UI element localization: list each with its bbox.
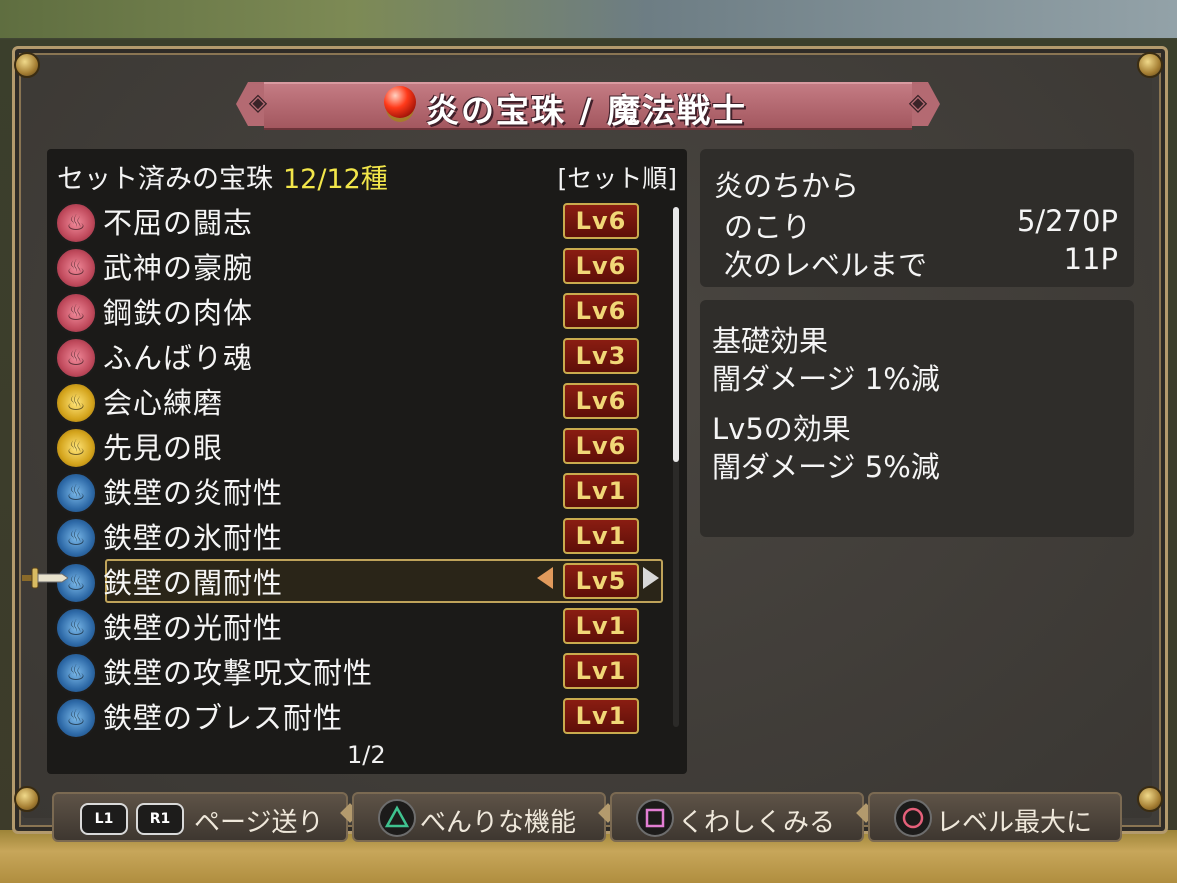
- banner-ornament-left-icon: ◈: [248, 88, 268, 116]
- orb-name: 鉄壁のブレス耐性: [103, 701, 344, 735]
- orb-list-panel: セット済みの宝珠 12/12種 [セット順] ♨ 不屈の闘志 Lv6 ♨ 武神の豪腕 Lv6…: [47, 149, 687, 774]
- max-level-button[interactable]: レベル最大に: [868, 792, 1122, 842]
- list-item[interactable]: ♨ ふんばり魂 Lv3: [47, 334, 667, 379]
- blue-orb-icon: ♨: [55, 607, 97, 649]
- list-item[interactable]: ♨ 鉄壁の光耐性 Lv1: [47, 604, 667, 649]
- blue-orb-icon: ♨: [55, 517, 97, 559]
- orb-name: 鉄壁の炎耐性: [103, 476, 284, 510]
- list-item[interactable]: ♨ 不屈の闘志 Lv6: [47, 199, 667, 244]
- level-badge: Lv1: [563, 473, 639, 509]
- red-orb-icon: ♨: [55, 292, 97, 334]
- list-item[interactable]: ♨ 鋼鉄の肉体 Lv6: [47, 289, 667, 334]
- page-turn-label: ページ送り: [194, 808, 324, 838]
- effects-panel: 基礎効果 闇ダメージ 1%減 Lv5の効果 闇ダメージ 5%減: [700, 300, 1134, 537]
- list-header: セット済みの宝珠 12/12種: [57, 157, 388, 196]
- rivet-bottom-left-icon: [14, 786, 40, 812]
- level-increase-arrow-icon[interactable]: [643, 567, 659, 589]
- blue-orb-icon: ♨: [55, 652, 97, 694]
- level-badge: Lv1: [563, 653, 639, 689]
- level-badge: Lv6: [563, 383, 639, 419]
- orb-name: 武神の豪腕: [103, 251, 254, 285]
- blue-orb-icon: ♨: [55, 697, 97, 739]
- yellow-orb-icon: ♨: [55, 382, 97, 424]
- list-header-count: 12/12種: [283, 164, 388, 195]
- level-badge: Lv6: [563, 293, 639, 329]
- level-badge: Lv1: [563, 608, 639, 644]
- level-badge: Lv6: [563, 428, 639, 464]
- base-effect-text: 闇ダメージ 1%減: [712, 362, 940, 396]
- level-decrease-arrow-icon[interactable]: [537, 567, 553, 589]
- orb-name: 鉄壁の闇耐性: [103, 566, 284, 600]
- power-panel: 炎のちから のこり 5/270P 次のレベルまで 11P: [700, 149, 1134, 287]
- r1-button-icon: R1: [136, 803, 184, 835]
- power-title: 炎のちから: [714, 169, 860, 203]
- orb-name: 鉄壁の氷耐性: [103, 521, 284, 555]
- orb-name: 鉄壁の光耐性: [103, 611, 284, 645]
- rivet-top-right-icon: [1137, 52, 1163, 78]
- red-orb-icon: [384, 86, 416, 118]
- banner-ornament-right-icon: ◈: [908, 88, 928, 116]
- list-item[interactable]: ♨ 鉄壁の攻撃呪文耐性 Lv1: [47, 649, 667, 694]
- rivet-top-left-icon: [14, 52, 40, 78]
- orb-name: 先見の眼: [103, 431, 224, 465]
- list-item[interactable]: ♨ 鉄壁の炎耐性 Lv1: [47, 469, 667, 514]
- l1-button-icon: L1: [80, 803, 128, 835]
- list-item[interactable]: ♨ 武神の豪腕 Lv6: [47, 244, 667, 289]
- orb-name: 鉄壁の攻撃呪文耐性: [103, 656, 374, 690]
- circle-button-icon: [894, 799, 932, 837]
- list-item[interactable]: ♨ 会心練磨 Lv6: [47, 379, 667, 424]
- title-banner: ◈ ◈ 炎の宝珠 / 魔法戦士: [236, 80, 940, 130]
- square-button-icon: [636, 799, 674, 837]
- list-header-label: セット済みの宝珠: [57, 164, 273, 195]
- orb-name: 会心練磨: [103, 386, 224, 420]
- level-effect-title: Lv5の効果: [712, 412, 851, 446]
- red-orb-icon: ♨: [55, 337, 97, 379]
- list-item[interactable]: ♨ 鉄壁の闇耐性 Lv5: [47, 559, 667, 604]
- red-orb-icon: ♨: [55, 202, 97, 244]
- background-sky: [0, 0, 1177, 38]
- list-item[interactable]: ♨ 先見の眼 Lv6: [47, 424, 667, 469]
- level-badge: Lv6: [563, 248, 639, 284]
- page-title: 炎の宝珠 / 魔法戦士: [426, 91, 748, 130]
- button-bar: L1 R1 ページ送り べんりな機能 くわしくみる レベル最大に: [52, 792, 1122, 842]
- next-level-label: 次のレベルまで: [724, 248, 928, 282]
- list-item[interactable]: ♨ 鉄壁のブレス耐性 Lv1: [47, 694, 667, 739]
- useful-functions-label: べんりな機能: [420, 808, 577, 838]
- details-label: くわしくみる: [678, 808, 836, 838]
- sword-cursor-icon: [22, 567, 68, 589]
- details-button[interactable]: くわしくみる: [610, 792, 864, 842]
- level-badge: Lv5: [563, 563, 639, 599]
- yellow-orb-icon: ♨: [55, 427, 97, 469]
- level-badge: Lv1: [563, 698, 639, 734]
- useful-functions-button[interactable]: べんりな機能: [352, 792, 606, 842]
- remaining-label: のこり: [724, 210, 812, 244]
- level-badge: Lv3: [563, 338, 639, 374]
- page-indicator: 1/2: [347, 741, 386, 769]
- next-level-value: 11P: [1063, 242, 1118, 276]
- max-level-label: レベル最大に: [936, 808, 1093, 838]
- sort-order-label[interactable]: [セット順]: [557, 159, 677, 195]
- orb-name: 不屈の闘志: [103, 206, 254, 240]
- orb-name: ふんばり魂: [103, 341, 254, 375]
- level-badge: Lv6: [563, 203, 639, 239]
- scrollbar-thumb[interactable]: [673, 207, 679, 462]
- blue-orb-icon: ♨: [55, 472, 97, 514]
- rivet-bottom-right-icon: [1137, 786, 1163, 812]
- triangle-button-icon: [378, 799, 416, 837]
- remaining-value: 5/270P: [1016, 204, 1118, 238]
- page-turn-button[interactable]: L1 R1 ページ送り: [52, 792, 348, 842]
- level-badge: Lv1: [563, 518, 639, 554]
- orb-name: 鋼鉄の肉体: [103, 296, 254, 330]
- red-orb-icon: ♨: [55, 247, 97, 289]
- base-effect-title: 基礎効果: [712, 324, 829, 358]
- level-effect-text: 闇ダメージ 5%減: [712, 450, 940, 484]
- list-item[interactable]: ♨ 鉄壁の氷耐性 Lv1: [47, 514, 667, 559]
